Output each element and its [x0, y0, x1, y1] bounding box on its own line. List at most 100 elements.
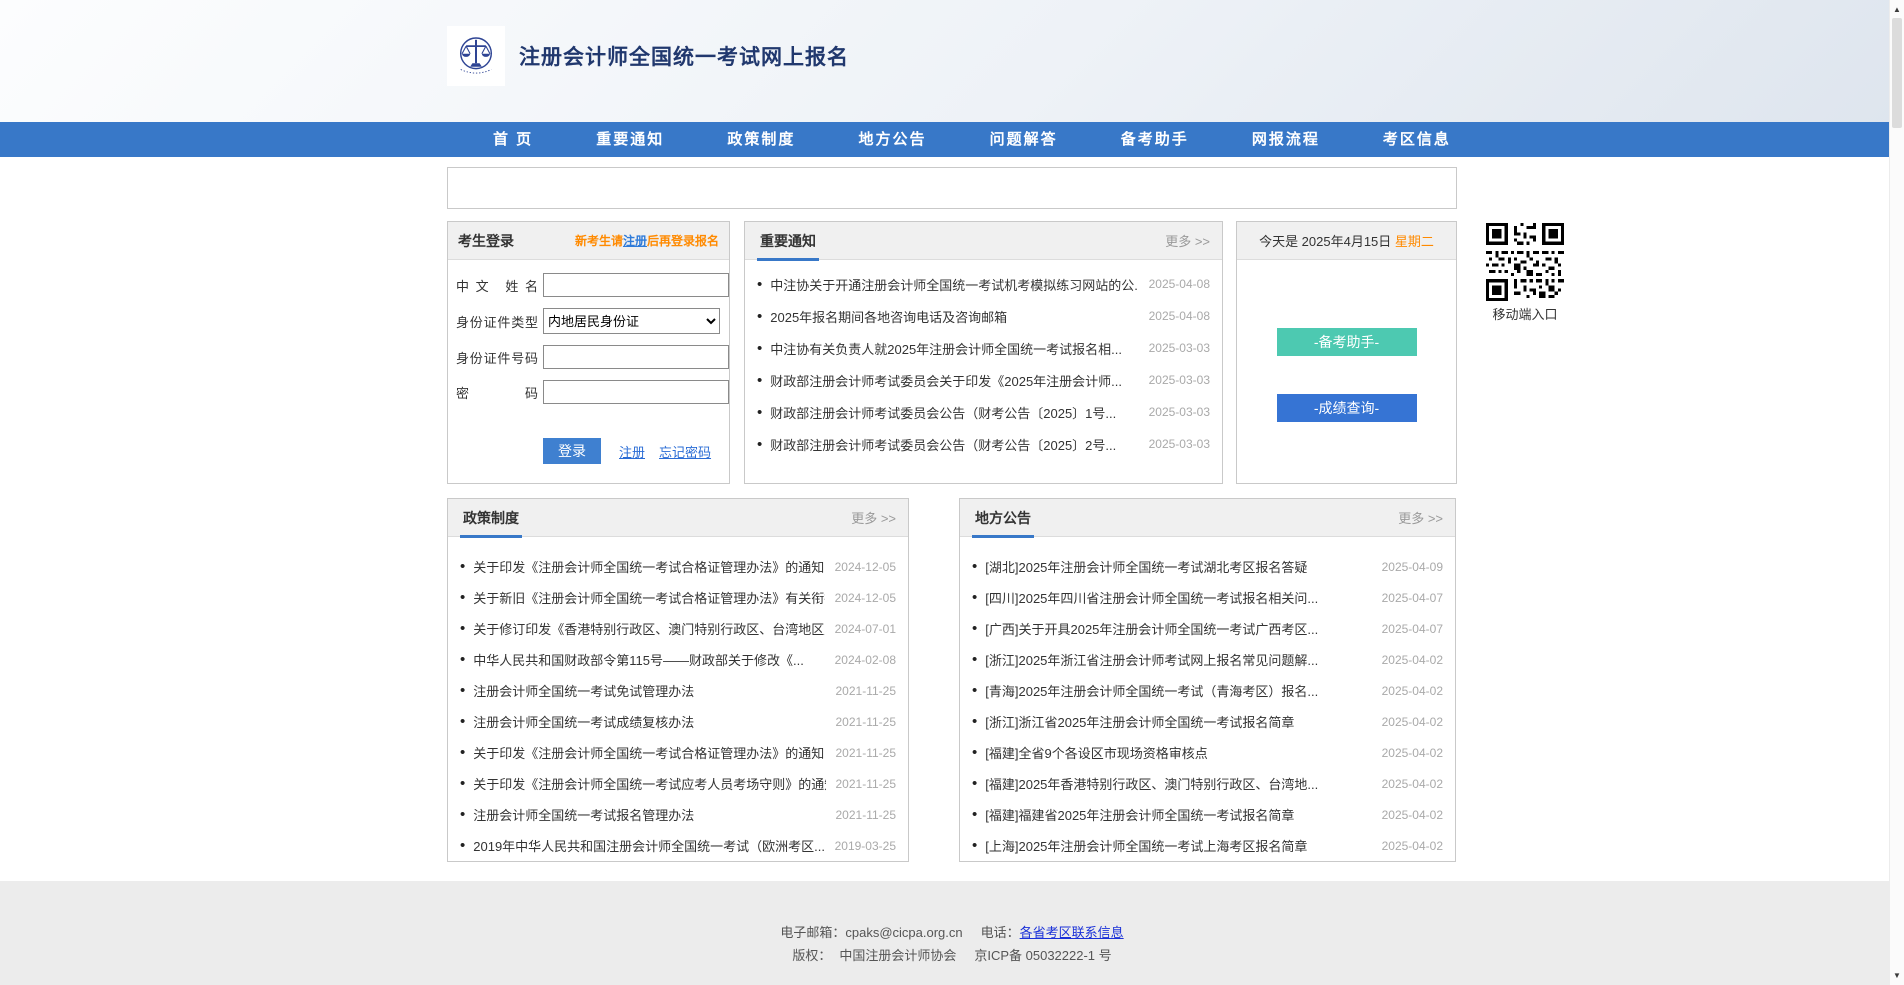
notices-title: 重要通知 [757, 222, 819, 260]
news-link[interactable]: [福建]全省9个各设区市现场资格审核点 [985, 743, 1371, 762]
nav-item[interactable]: 重要通知 [596, 122, 664, 157]
footer: 电子邮箱：cpaks@cicpa.org.cn电话：各省考区联系信息 版权：中国… [0, 881, 1904, 985]
news-link[interactable]: 注册会计师全国统一考试报名管理办法 [473, 805, 825, 824]
list-item: • 2025年报名期间各地咨询电话及咨询邮箱 2025-04-08 [757, 300, 1210, 332]
forgot-password-link[interactable]: 忘记密码 [659, 442, 711, 461]
score-query-button[interactable]: -成绩查询- [1277, 394, 1417, 422]
list-item: • [福建]福建省2025年注册会计师全国统一考试报名简章 2025-04-02 [972, 799, 1443, 830]
list-item: • 注册会计师全国统一考试成绩复核办法 2021-11-25 [460, 706, 896, 737]
news-link[interactable]: 中注协有关负责人就2025年注册会计师全国统一考试报名相... [770, 339, 1138, 358]
scrollbar-thumb[interactable] [1892, 18, 1902, 128]
news-link[interactable]: 财政部注册会计师考试委员会公告（财考公告〔2025〕2号... [770, 435, 1138, 454]
policy-list: • 关于印发《注册会计师全国统一考试合格证管理办法》的通知 2024-12-05… [448, 537, 908, 861]
news-date: 2025-04-02 [1382, 715, 1443, 729]
news-date: 2025-04-08 [1149, 277, 1210, 291]
nav-menu: 首 页 重要通知 政策制度 地方公告 问题解答 备考助手 网报流程 考区信息 [447, 122, 1457, 157]
qr-caption: 移动端入口 [1475, 304, 1575, 323]
vertical-scrollbar[interactable]: ▲ ▼ [1889, 0, 1904, 985]
list-item: • 财政部注册会计师考试委员会关于印发《2025年注册会计师... 2025-0… [757, 364, 1210, 396]
news-date: 2021-11-25 [836, 808, 897, 822]
bullet-icon: • [460, 620, 465, 637]
news-link[interactable]: 关于印发《注册会计师全国统一考试合格证管理办法》的通知 [473, 743, 825, 762]
news-link[interactable]: 关于印发《注册会计师全国统一考试合格证管理办法》的通知 [473, 557, 824, 576]
nav-item[interactable]: 首 页 [493, 122, 533, 157]
news-date: 2025-03-03 [1149, 405, 1210, 419]
news-link[interactable]: [上海]2025年注册会计师全国统一考试上海考区报名简章 [985, 836, 1371, 855]
news-link[interactable]: 关于修订印发《香港特别行政区、澳门特别行政区、台湾地区居... [473, 619, 824, 638]
news-link[interactable]: 财政部注册会计师考试委员会关于印发《2025年注册会计师... [770, 371, 1138, 390]
id-number-input[interactable] [543, 345, 729, 369]
chinese-name-input[interactable] [543, 273, 729, 297]
news-link[interactable]: [青海]2025年注册会计师全国统一考试（青海考区）报名... [985, 681, 1371, 700]
bullet-icon: • [757, 372, 762, 389]
chinese-name-label: 中文 姓名 [456, 276, 538, 295]
password-input[interactable] [543, 380, 729, 404]
bullet-icon: • [972, 651, 977, 668]
news-link[interactable]: 2025年报名期间各地咨询电话及咨询邮箱 [770, 307, 1138, 326]
notices-more-link[interactable]: 更多 >> [1165, 231, 1210, 250]
news-date: 2025-04-09 [1382, 560, 1443, 574]
news-link[interactable]: 中注协关于开通注册会计师全国统一考试机考模拟练习网站的公... [770, 275, 1138, 294]
news-date: 2025-04-02 [1382, 684, 1443, 698]
nav-item[interactable]: 备考助手 [1121, 122, 1189, 157]
policy-panel-header: 政策制度 更多 >> [448, 499, 908, 537]
nav-item[interactable]: 网报流程 [1252, 122, 1320, 157]
local-title: 地方公告 [972, 499, 1034, 537]
news-date: 2021-11-25 [836, 746, 897, 760]
news-link[interactable]: 2019年中华人民共和国注册会计师全国统一考试（欧洲考区... [473, 836, 824, 855]
id-type-select[interactable]: 内地居民身份证 [543, 308, 720, 334]
main-navbar: 首 页 重要通知 政策制度 地方公告 问题解答 备考助手 网报流程 考区信息 [0, 122, 1904, 157]
news-link[interactable]: 注册会计师全国统一考试免试管理办法 [473, 681, 825, 700]
notices-list: • 中注协关于开通注册会计师全国统一考试机考模拟练习网站的公... 2025-0… [745, 260, 1222, 460]
bullet-icon: • [460, 837, 465, 854]
policy-more-link[interactable]: 更多 >> [851, 508, 896, 527]
news-date: 2025-04-02 [1382, 777, 1443, 791]
news-date: 2019-03-25 [835, 839, 896, 853]
news-link[interactable]: [四川]2025年四川省注册会计师全国统一考试报名相关问... [985, 588, 1371, 607]
news-link[interactable]: 关于新旧《注册会计师全国统一考试合格证管理办法》有关衔接... [473, 588, 824, 607]
bullet-icon: • [757, 276, 762, 293]
news-link[interactable]: [广西]关于开具2025年注册会计师全国统一考试广西考区... [985, 619, 1371, 638]
province-contact-link[interactable]: 各省考区联系信息 [1020, 925, 1124, 940]
list-item: • 财政部注册会计师考试委员会公告（财考公告〔2025〕2号... 2025-0… [757, 428, 1210, 460]
bullet-icon: • [972, 744, 977, 761]
exam-helper-button[interactable]: -备考助手- [1277, 328, 1417, 356]
list-item: • [青海]2025年注册会计师全国统一考试（青海考区）报名... 2025-0… [972, 675, 1443, 706]
list-item: • 关于印发《注册会计师全国统一考试合格证管理办法》的通知 2024-12-05 [460, 551, 896, 582]
bullet-icon: • [460, 651, 465, 668]
news-link[interactable]: [浙江]浙江省2025年注册会计师全国统一考试报名简章 [985, 712, 1371, 731]
news-link[interactable]: [浙江]2025年浙江省注册会计师考试网上报名常见问题解... [985, 650, 1371, 669]
news-date: 2025-03-03 [1149, 373, 1210, 387]
list-item: • [浙江]2025年浙江省注册会计师考试网上报名常见问题解... 2025-0… [972, 644, 1443, 675]
scroll-up-icon[interactable]: ▲ [1890, 2, 1904, 17]
list-item: • [四川]2025年四川省注册会计师全国统一考试报名相关问... 2025-0… [972, 582, 1443, 613]
nav-item[interactable]: 考区信息 [1383, 122, 1451, 157]
news-link[interactable]: 财政部注册会计师考试委员会公告（财考公告〔2025〕1号... [770, 403, 1138, 422]
nav-item[interactable]: 政策制度 [727, 122, 795, 157]
bullet-icon: • [972, 837, 977, 854]
news-date: 2025-04-02 [1382, 653, 1443, 667]
bullet-icon: • [972, 682, 977, 699]
news-link[interactable]: [湖北]2025年注册会计师全国统一考试湖北考区报名答疑 [985, 557, 1371, 576]
footer-email: cpaks@cicpa.org.cn [845, 925, 962, 940]
local-more-link[interactable]: 更多 >> [1398, 508, 1443, 527]
list-item: • [福建]2025年香港特别行政区、澳门特别行政区、台湾地... 2025-0… [972, 768, 1443, 799]
today-panel: 今天是 2025年4月15日 星期二 -备考助手- -成绩查询- [1236, 221, 1457, 484]
news-link[interactable]: 中华人民共和国财政部令第115号——财政部关于修改《... [473, 650, 824, 669]
news-link[interactable]: [福建]2025年香港特别行政区、澳门特别行政区、台湾地... [985, 774, 1371, 793]
list-item: • 关于印发《注册会计师全国统一考试应考人员考场守则》的通知 2021-11-2… [460, 768, 896, 799]
news-link[interactable]: [福建]福建省2025年注册会计师全国统一考试报名简章 [985, 805, 1371, 824]
list-item: • 中注协有关负责人就2025年注册会计师全国统一考试报名相... 2025-0… [757, 332, 1210, 364]
bullet-icon: • [972, 558, 977, 575]
bullet-icon: • [460, 744, 465, 761]
login-button[interactable]: 登录 [543, 438, 601, 464]
nav-item[interactable]: 问题解答 [990, 122, 1058, 157]
register-inline-link[interactable]: 注册 [623, 234, 647, 248]
scroll-down-icon[interactable]: ▼ [1890, 968, 1904, 983]
news-link[interactable]: 关于印发《注册会计师全国统一考试应考人员考场守则》的通知 [473, 774, 825, 793]
news-link[interactable]: 注册会计师全国统一考试成绩复核办法 [473, 712, 825, 731]
register-link[interactable]: 注册 [619, 442, 645, 461]
page-title: 注册会计师全国统一考试网上报名 [519, 41, 849, 71]
nav-item[interactable]: 地方公告 [858, 122, 926, 157]
bullet-icon: • [757, 340, 762, 357]
